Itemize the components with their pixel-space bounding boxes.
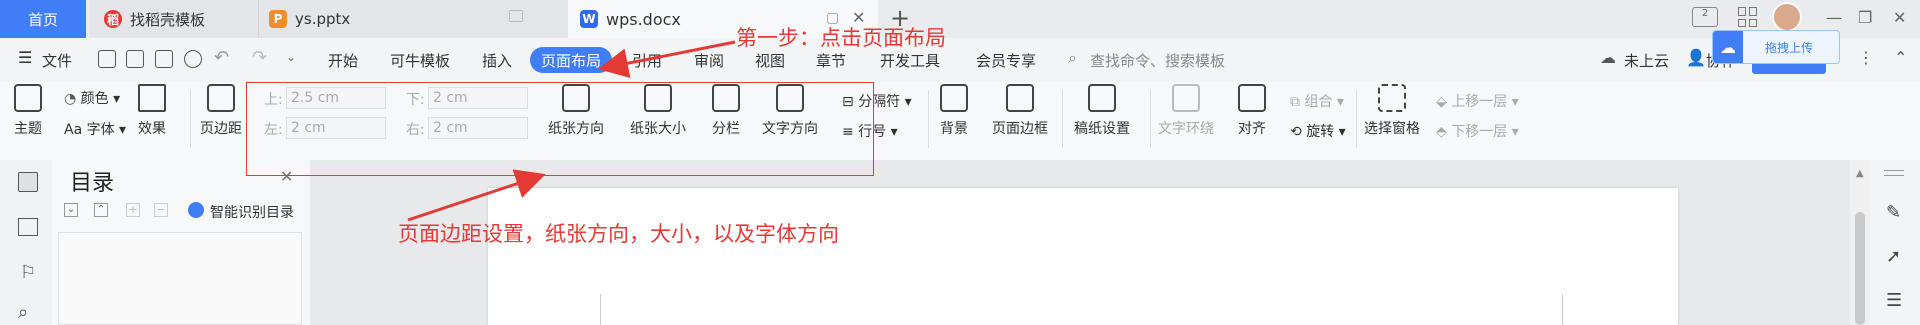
annotation-arrows — [407, 40, 736, 222]
arrow-to-ribbon — [407, 169, 546, 222]
arrow-to-layout — [598, 40, 736, 79]
